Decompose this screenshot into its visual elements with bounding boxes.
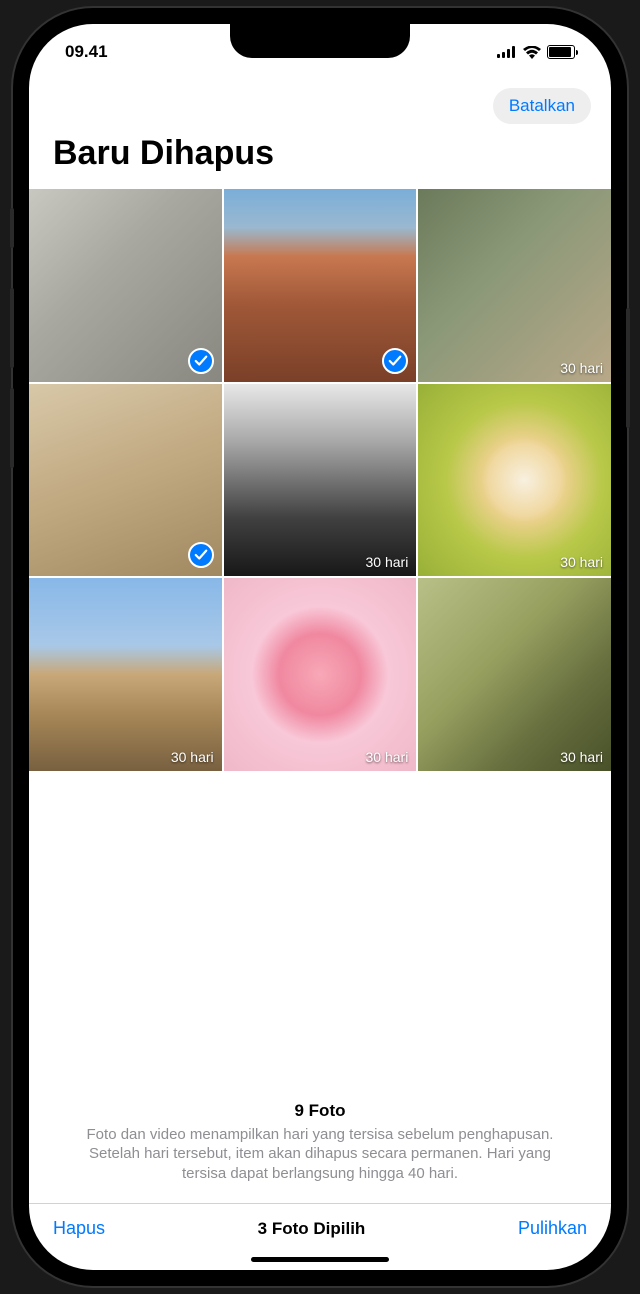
cellular-icon [497, 46, 517, 58]
photo-item-6[interactable]: 30 hari [29, 578, 222, 771]
photo-count-label: 9 Foto [69, 1101, 571, 1121]
nav-bar: Batalkan [29, 80, 611, 128]
checkmark-icon [188, 542, 214, 568]
delete-button[interactable]: Hapus [53, 1218, 105, 1239]
photo-item-4[interactable]: 30 hari [224, 384, 417, 577]
photo-thumbnail [418, 189, 611, 382]
phone-screen: 09.41 Batalkan Baru Dihapus [29, 24, 611, 1270]
footer-description: Foto dan video menampilkan hari yang ter… [69, 1125, 571, 1184]
days-remaining-label: 30 hari [560, 360, 603, 376]
phone-frame: 09.41 Batalkan Baru Dihapus [13, 8, 627, 1286]
footer-info: 9 Foto Foto dan video menampilkan hari y… [29, 1101, 611, 1204]
status-time: 09.41 [65, 42, 108, 62]
checkmark-icon [382, 348, 408, 374]
title-area: Baru Dihapus [29, 128, 611, 189]
days-remaining-label: 30 hari [171, 749, 214, 765]
wifi-icon [523, 46, 541, 59]
home-indicator[interactable] [251, 1257, 389, 1262]
days-remaining-label: 30 hari [366, 749, 409, 765]
days-remaining-label: 30 hari [366, 554, 409, 570]
checkmark-icon [188, 348, 214, 374]
selection-count-label: 3 Foto Dipilih [258, 1219, 366, 1239]
photo-item-0[interactable] [29, 189, 222, 382]
photo-item-7[interactable]: 30 hari [224, 578, 417, 771]
bottom-toolbar: Hapus 3 Foto Dipilih Pulihkan [29, 1203, 611, 1247]
photo-item-8[interactable]: 30 hari [418, 578, 611, 771]
photo-item-5[interactable]: 30 hari [418, 384, 611, 577]
status-icons [497, 45, 575, 59]
photo-item-1[interactable] [224, 189, 417, 382]
photo-thumbnail [418, 384, 611, 577]
photo-item-3[interactable] [29, 384, 222, 577]
device-notch [230, 24, 410, 58]
cancel-button[interactable]: Batalkan [493, 88, 591, 124]
battery-icon [547, 45, 575, 59]
photo-grid: 30 hari 30 hari 30 hari 30 hari [29, 189, 611, 771]
photo-thumbnail [29, 578, 222, 771]
recover-button[interactable]: Pulihkan [518, 1218, 587, 1239]
photo-thumbnail [224, 578, 417, 771]
photo-thumbnail [224, 384, 417, 577]
page-title: Baru Dihapus [53, 134, 587, 173]
photo-thumbnail [418, 578, 611, 771]
days-remaining-label: 30 hari [560, 554, 603, 570]
days-remaining-label: 30 hari [560, 749, 603, 765]
photo-item-2[interactable]: 30 hari [418, 189, 611, 382]
